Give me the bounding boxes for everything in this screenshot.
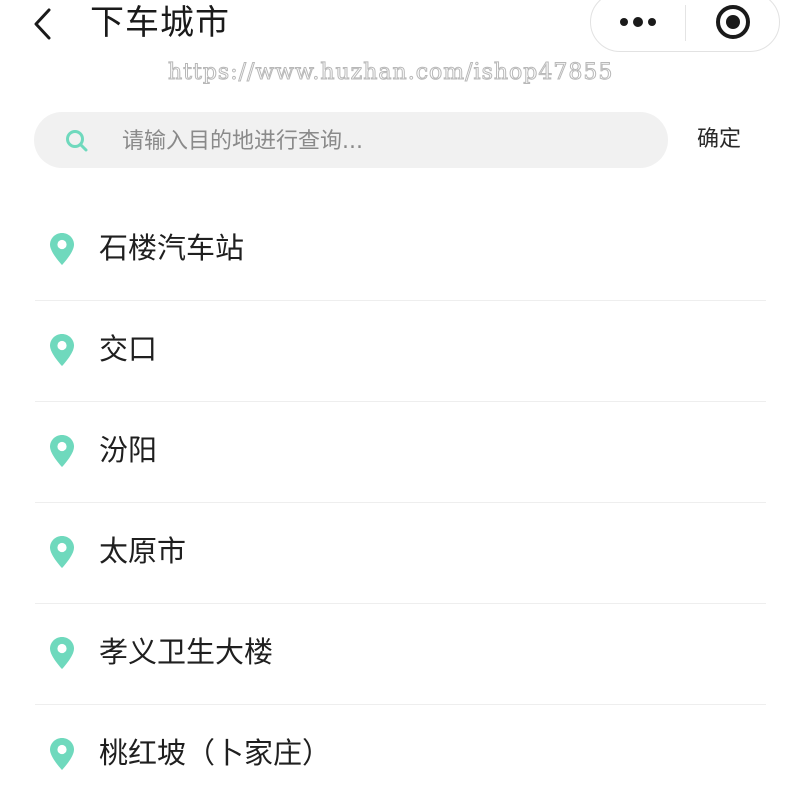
mini-program-capsule bbox=[590, 0, 780, 52]
location-pin-icon bbox=[50, 435, 74, 467]
page: 下车城市 https://www.huzhan.com/ishop47855 确… bbox=[0, 0, 800, 800]
search-bar bbox=[34, 112, 668, 168]
city-name: 石楼汽车站 bbox=[99, 231, 245, 265]
close-mini-program-button[interactable] bbox=[686, 0, 779, 51]
search-input[interactable] bbox=[120, 120, 644, 162]
list-item[interactable]: 太原市 bbox=[35, 503, 766, 604]
page-title: 下车城市 bbox=[90, 3, 230, 43]
location-pin-icon bbox=[50, 637, 74, 669]
list-item[interactable]: 石楼汽车站 bbox=[35, 200, 766, 301]
confirm-button[interactable]: 确定 bbox=[684, 112, 754, 168]
location-pin-icon bbox=[50, 536, 74, 568]
target-circle-icon bbox=[715, 5, 750, 39]
city-name: 孝义卫生大楼 bbox=[99, 635, 274, 669]
city-name: 桃红坡（卜家庄） bbox=[99, 736, 332, 770]
chevron-left-icon bbox=[34, 8, 51, 40]
city-list: 石楼汽车站 交口 汾阳 太原市 孝义卫生大楼 桃红坡（卜家庄） bbox=[35, 200, 766, 800]
location-pin-icon bbox=[50, 233, 74, 265]
location-pin-icon bbox=[50, 738, 74, 770]
city-name: 交口 bbox=[99, 332, 158, 366]
more-dots-icon bbox=[620, 17, 656, 27]
location-pin-icon bbox=[50, 334, 74, 366]
city-name: 太原市 bbox=[99, 534, 187, 568]
more-button[interactable] bbox=[591, 0, 685, 51]
list-item[interactable]: 交口 bbox=[35, 301, 766, 402]
city-name: 汾阳 bbox=[99, 433, 158, 467]
back-button[interactable] bbox=[18, 0, 68, 48]
watermark-text: https://www.huzhan.com/ishop47855 bbox=[167, 60, 614, 86]
list-item[interactable]: 孝义卫生大楼 bbox=[35, 604, 766, 705]
search-icon bbox=[66, 130, 88, 152]
list-item[interactable]: 汾阳 bbox=[35, 402, 766, 503]
list-item[interactable]: 桃红坡（卜家庄） bbox=[35, 705, 766, 800]
